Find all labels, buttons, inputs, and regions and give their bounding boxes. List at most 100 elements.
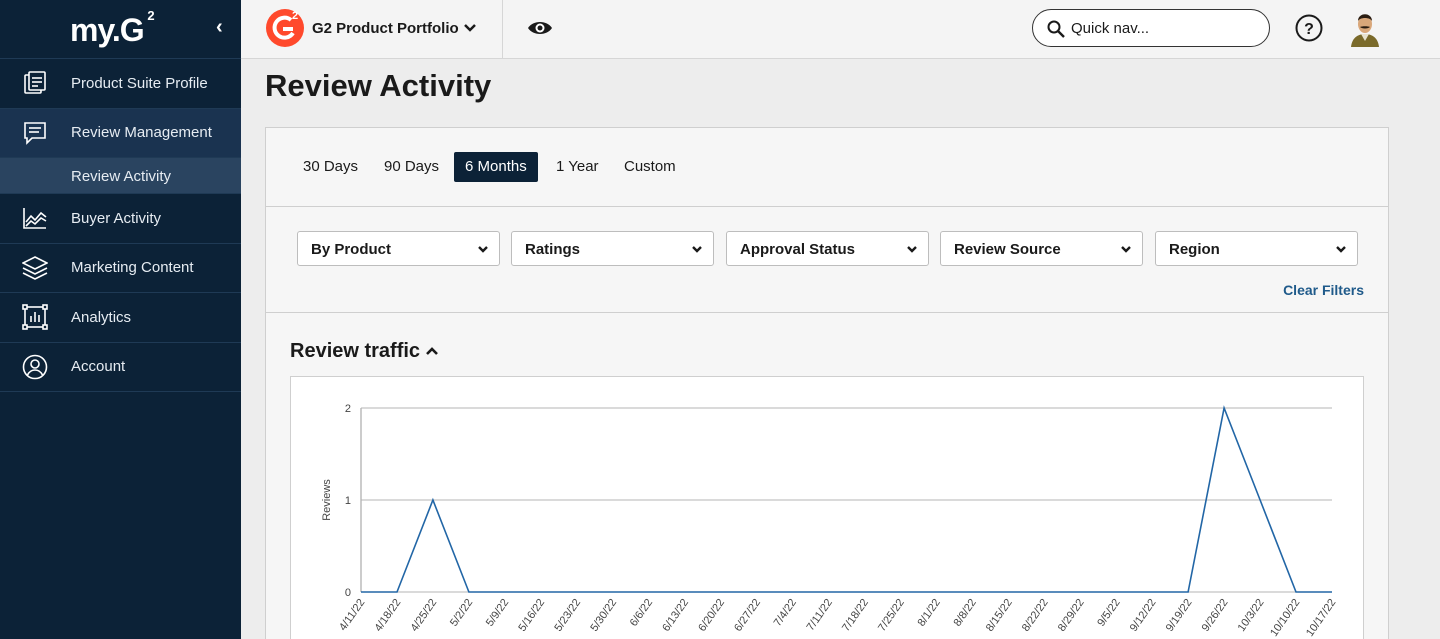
x-tick-label: 9/5/22 <box>1095 597 1122 629</box>
chevron-down-icon <box>907 246 917 253</box>
x-tick-label: 5/9/22 <box>484 597 511 629</box>
sidebar-subitem-label: Review Activity <box>71 168 172 185</box>
trend-icon <box>23 208 47 230</box>
filter-label: Approval Status <box>740 241 856 258</box>
eye-icon[interactable] <box>527 18 553 38</box>
chevron-down-icon <box>1336 246 1346 253</box>
filter-label: By Product <box>311 241 392 258</box>
my-g2-logo[interactable]: my.G 2 <box>70 8 155 49</box>
x-tick-label: 5/2/22 <box>448 597 475 629</box>
filter-approval-status[interactable]: Approval Status <box>726 231 929 266</box>
logo-superscript: 2 <box>147 8 154 23</box>
range-1-year[interactable]: 1 Year <box>545 152 610 182</box>
filter-label: Ratings <box>525 241 581 258</box>
profile-icon <box>24 71 46 95</box>
x-tick-label: 9/12/22 <box>1128 597 1159 634</box>
x-tick-label: 4/25/22 <box>409 597 440 634</box>
filter-review-source[interactable]: Review Source <box>940 231 1143 266</box>
x-tick-label: 7/25/22 <box>876 597 907 634</box>
x-tick-label: 6/27/22 <box>732 597 763 634</box>
x-tick-label: 7/4/22 <box>772 597 799 629</box>
x-tick-label: 9/19/22 <box>1164 597 1195 634</box>
top-bar: 2 G2 Product Portfolio Quick nav... ? <box>241 0 1440 59</box>
filter-label: Region <box>1169 241 1220 258</box>
page-title: Review Activity <box>265 68 492 103</box>
sidebar-item-buyer-activity[interactable]: Buyer Activity <box>0 194 241 244</box>
sidebar: my.G 2 ‹ Product Suite Profile Review Man… <box>0 0 241 639</box>
y-tick-label: 2 <box>345 403 351 415</box>
logo-text: my.G <box>70 12 145 48</box>
review-activity-panel: 30 Days 90 Days 6 Months 1 Year Custom B… <box>265 127 1389 639</box>
filter-region[interactable]: Region <box>1155 231 1358 266</box>
date-range-selector: 30 Days 90 Days 6 Months 1 Year Custom <box>266 128 1388 207</box>
x-tick-label: 7/11/22 <box>805 597 835 633</box>
chart-section-title: Review traffic <box>290 340 421 362</box>
x-tick-label: 5/23/22 <box>552 597 583 634</box>
range-30-days[interactable]: 30 Days <box>292 152 369 182</box>
x-tick-label: 8/29/22 <box>1056 597 1087 634</box>
sidebar-item-account[interactable]: Account <box>0 343 241 392</box>
search-icon <box>1047 20 1065 38</box>
filter-label: Review Source <box>954 241 1061 258</box>
search-placeholder: Quick nav... <box>1071 20 1150 37</box>
portfolio-name[interactable]: G2 Product Portfolio <box>312 20 459 37</box>
sidebar-item-marketing-content[interactable]: Marketing Content <box>0 244 241 293</box>
quick-nav-search[interactable]: Quick nav... <box>1032 9 1270 47</box>
chevron-down-icon <box>692 246 702 253</box>
user-circle-icon <box>22 354 48 380</box>
x-tick-label: 9/26/22 <box>1200 597 1231 634</box>
avatar[interactable] <box>1347 9 1383 47</box>
y-tick-label: 0 <box>345 587 351 599</box>
chevron-down-icon <box>478 246 488 253</box>
x-tick-label: 8/22/22 <box>1020 597 1051 634</box>
filter-by-product[interactable]: By Product <box>297 231 500 266</box>
g2-badge-icon[interactable]: 2 <box>265 8 305 48</box>
sidebar-item-label: Analytics <box>71 308 132 326</box>
sidebar-item-label: Account <box>71 358 126 376</box>
topbar-divider <box>502 0 503 59</box>
svg-text:?: ? <box>1304 21 1314 38</box>
sidebar-item-label: Product Suite Profile <box>71 74 208 92</box>
x-tick-label: 8/8/22 <box>951 597 978 629</box>
x-tick-label: 6/13/22 <box>660 597 691 634</box>
logo-row: my.G 2 ‹ <box>0 0 241 59</box>
x-tick-label: 5/16/22 <box>516 597 547 634</box>
clear-filters-link[interactable]: Clear Filters <box>1283 282 1364 298</box>
x-tick-label: 8/15/22 <box>984 597 1015 634</box>
review-traffic-chart: 0 1 2 Reviews 4/11/22 4/18/22 4/25/22 5/2/22 5/9… <box>290 376 1364 639</box>
analytics-icon <box>22 304 48 331</box>
x-tick-label: 10/10/22 <box>1268 597 1302 639</box>
x-tick-label: 7/18/22 <box>840 597 871 634</box>
range-6-months[interactable]: 6 Months <box>454 152 538 182</box>
layers-icon <box>22 255 48 280</box>
sidebar-item-analytics[interactable]: Analytics <box>0 293 241 343</box>
sidebar-item-label: Buyer Activity <box>71 209 162 227</box>
x-tick-label: 4/18/22 <box>373 597 404 634</box>
sidebar-item-label: Review Management <box>71 124 212 142</box>
sidebar-item-label: Marketing Content <box>71 259 194 277</box>
x-tick-label: 4/11/22 <box>337 597 367 633</box>
range-90-days[interactable]: 90 Days <box>373 152 450 182</box>
y-tick-label: 1 <box>345 495 351 507</box>
x-tick-label: 5/30/22 <box>588 597 619 634</box>
x-tick-label: 10/3/22 <box>1236 597 1267 634</box>
sidebar-item-product-suite-profile[interactable]: Product Suite Profile <box>0 59 241 109</box>
review-traffic-svg: 0 1 2 Reviews 4/11/22 4/18/22 4/25/22 5/2/22 5/9… <box>321 403 1338 639</box>
filter-ratings[interactable]: Ratings <box>511 231 714 266</box>
chevron-down-icon <box>1121 246 1131 253</box>
x-tick-label: 6/6/22 <box>628 597 655 629</box>
x-tick-label: 8/1/22 <box>915 597 942 629</box>
y-axis-label: Reviews <box>321 479 333 521</box>
x-tick-label: 10/17/22 <box>1304 597 1338 639</box>
help-icon[interactable]: ? <box>1295 14 1323 42</box>
x-tick-label: 6/20/22 <box>696 597 727 634</box>
range-custom[interactable]: Custom <box>613 152 687 182</box>
svg-text:2: 2 <box>292 10 298 22</box>
chevron-up-icon[interactable] <box>425 345 439 357</box>
filter-row: By Product Ratings Approval Status Revie… <box>266 207 1388 313</box>
sidebar-subitem-review-activity[interactable]: Review Activity <box>0 158 241 194</box>
chat-icon <box>24 121 46 145</box>
chevron-left-icon[interactable]: ‹ <box>216 16 223 39</box>
chevron-down-icon[interactable] <box>463 20 477 34</box>
sidebar-item-review-management[interactable]: Review Management <box>0 108 241 158</box>
